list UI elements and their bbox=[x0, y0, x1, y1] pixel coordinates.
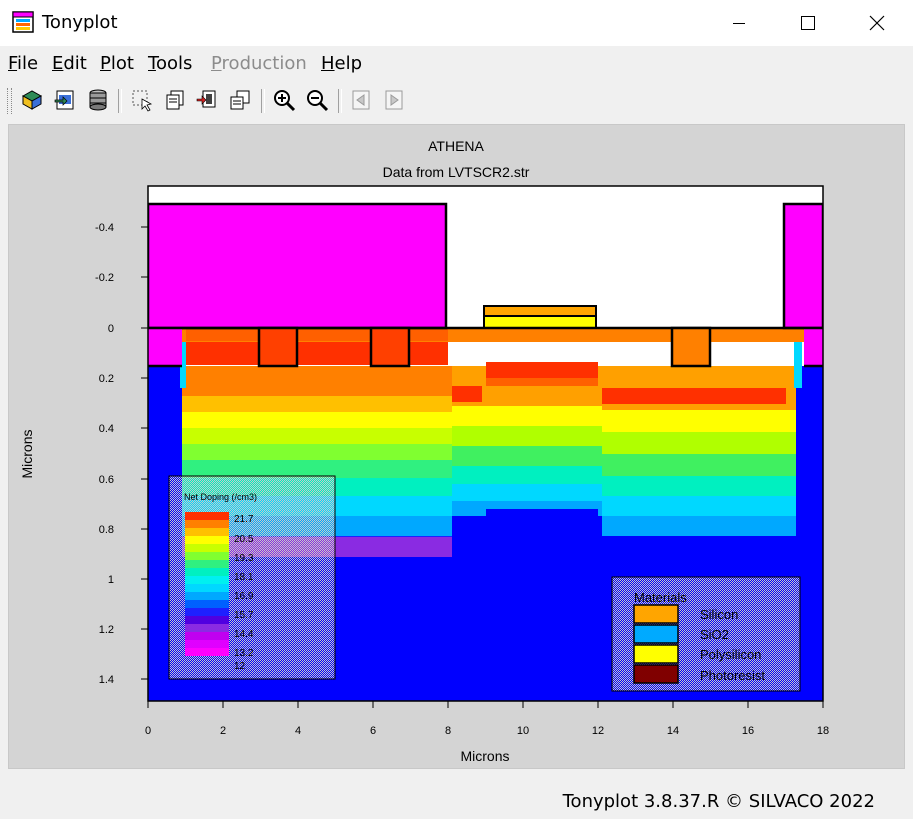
doping-legend-label: 19.3 bbox=[234, 553, 254, 564]
y-tick-label: 0.8 bbox=[99, 524, 114, 536]
doping-legend-label: 12 bbox=[234, 661, 246, 672]
doping-legend-label: 20.5 bbox=[234, 534, 254, 545]
y-tick-label: 1 bbox=[108, 574, 114, 586]
select-region-icon[interactable] bbox=[130, 88, 154, 112]
y-axis: -0.4 -0.2 0 0.2 0.4 0.6 0.8 1 1.2 1.4 Mi… bbox=[19, 186, 149, 701]
material-label: SiO2 bbox=[700, 627, 729, 642]
close-icon bbox=[869, 15, 885, 31]
materials-legend[interactable]: Materials Silicon SiO2 Polysilicon Photo… bbox=[611, 576, 801, 692]
minimize-button[interactable] bbox=[705, 0, 773, 46]
menu-edit[interactable]: Edit bbox=[52, 53, 87, 74]
maximize-button[interactable] bbox=[774, 0, 842, 46]
maximize-icon bbox=[801, 16, 815, 30]
plot-area[interactable]: ATHENA Data from LVTSCR2.str Net Doping … bbox=[8, 124, 905, 769]
tonyplot-app-icon bbox=[12, 11, 34, 33]
save-stack-icon[interactable] bbox=[86, 88, 110, 112]
y-axis-label: Microns bbox=[19, 429, 35, 478]
x-tick-label: 8 bbox=[445, 725, 451, 737]
plot-title: ATHENA bbox=[428, 138, 484, 154]
material-swatch-photoresist bbox=[633, 664, 679, 684]
y-tick-label: 0.6 bbox=[99, 474, 114, 486]
status-bar: Tonyplot 3.8.37.R © SILVACO 2022 bbox=[0, 775, 913, 819]
title-bar: Tonyplot bbox=[0, 0, 913, 46]
overlay-icon[interactable] bbox=[228, 88, 252, 112]
materials-legend-title: Materials bbox=[634, 590, 687, 605]
doping-legend-label: 16.9 bbox=[234, 591, 254, 602]
menu-production[interactable]: Production bbox=[211, 53, 307, 74]
y-tick-label: -0.4 bbox=[95, 222, 114, 234]
x-tick-label: 16 bbox=[742, 725, 754, 737]
athena-plot[interactable]: ATHENA Data from LVTSCR2.str Net Doping … bbox=[8, 124, 905, 769]
material-swatch-polysilicon bbox=[633, 644, 679, 664]
y-tick-label: 1.2 bbox=[99, 624, 114, 636]
y-tick-label: 0.4 bbox=[99, 423, 114, 435]
open-icon[interactable] bbox=[20, 88, 44, 112]
y-tick-label: 0 bbox=[108, 323, 114, 335]
x-tick-label: 18 bbox=[817, 725, 829, 737]
menu-bar: File Edit Plot Tools Production Help bbox=[0, 46, 913, 80]
next-icon[interactable] bbox=[382, 88, 406, 112]
doping-legend-label: 18.1 bbox=[234, 572, 254, 583]
y-tick-label: 1.4 bbox=[99, 674, 114, 686]
doping-legend-title: Net Doping (/cm3) bbox=[184, 492, 257, 502]
menu-help[interactable]: Help bbox=[321, 53, 362, 74]
y-tick-label: -0.2 bbox=[95, 272, 114, 284]
window-title: Tonyplot bbox=[42, 12, 118, 33]
doping-legend-label: 14.4 bbox=[234, 629, 254, 640]
toolbar bbox=[0, 82, 913, 118]
close-button[interactable] bbox=[843, 0, 911, 46]
zoom-out-icon[interactable] bbox=[305, 88, 329, 112]
previous-icon[interactable] bbox=[349, 88, 373, 112]
material-swatch-sio2 bbox=[633, 624, 679, 644]
y-tick-label: 0.2 bbox=[99, 373, 114, 385]
x-tick-label: 0 bbox=[145, 725, 151, 737]
material-label: Polysilicon bbox=[700, 647, 761, 662]
x-tick-label: 2 bbox=[220, 725, 226, 737]
doping-legend-label: 13.2 bbox=[234, 648, 254, 659]
material-swatch-silicon bbox=[633, 604, 679, 624]
menu-tools[interactable]: Tools bbox=[148, 53, 192, 74]
x-axis-label: Microns bbox=[460, 748, 509, 764]
zoom-in-icon[interactable] bbox=[272, 88, 296, 112]
menu-file[interactable]: File bbox=[8, 53, 38, 74]
delete-plot-icon[interactable] bbox=[195, 88, 219, 112]
doping-legend-label: 15.7 bbox=[234, 610, 254, 621]
toolbar-grip[interactable] bbox=[7, 88, 12, 114]
plot-subtitle: Data from LVTSCR2.str bbox=[383, 164, 530, 180]
x-tick-label: 4 bbox=[295, 725, 301, 737]
toolbar-separator bbox=[261, 89, 265, 113]
doping-legend[interactable]: Net Doping (/cm3) 21.7 20.5 19.3 18.1 16… bbox=[168, 475, 336, 680]
x-tick-label: 14 bbox=[667, 725, 679, 737]
import-icon[interactable] bbox=[53, 88, 77, 112]
material-label: Silicon bbox=[700, 607, 738, 622]
minimize-icon bbox=[733, 23, 745, 24]
doping-legend-label: 21.7 bbox=[234, 514, 254, 525]
toolbar-separator bbox=[338, 89, 342, 113]
x-tick-label: 6 bbox=[370, 725, 376, 737]
material-label: Photoresist bbox=[700, 668, 765, 683]
menu-plot[interactable]: Plot bbox=[100, 53, 134, 74]
toolbar-separator bbox=[118, 89, 122, 113]
status-text: Tonyplot 3.8.37.R © SILVACO 2022 bbox=[562, 791, 875, 812]
x-axis: 0 2 4 6 8 10 12 14 16 18 Microns bbox=[145, 700, 829, 764]
x-tick-label: 12 bbox=[592, 725, 604, 737]
copy-plot-icon[interactable] bbox=[163, 88, 187, 112]
x-tick-label: 10 bbox=[517, 725, 529, 737]
